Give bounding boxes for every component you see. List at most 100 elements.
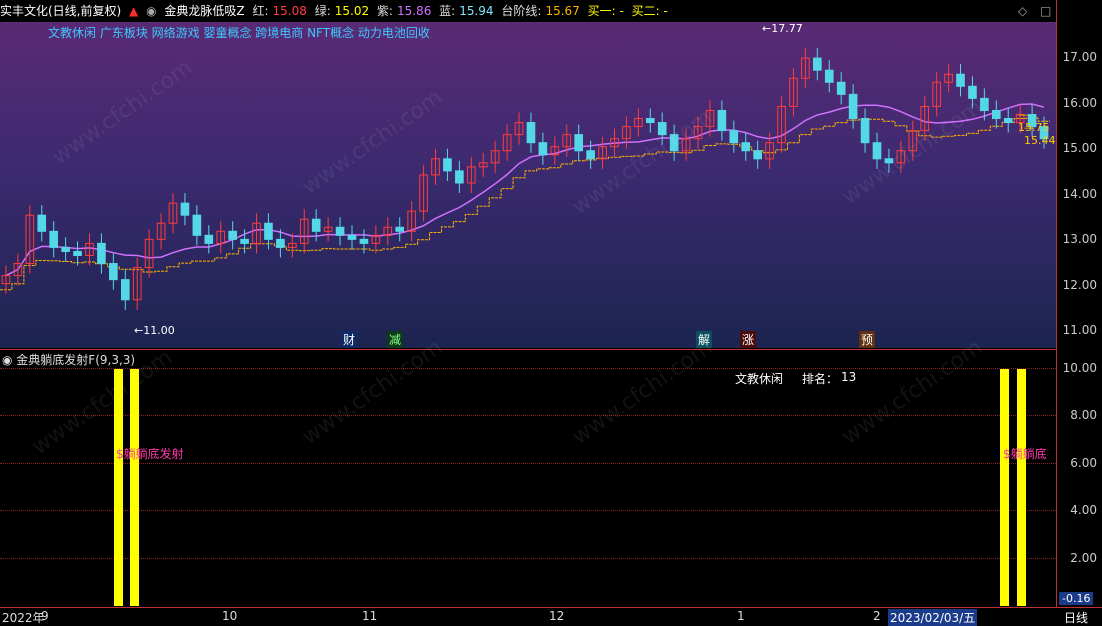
sub-title-text: 金典躺底发射F(9,3,3) [16, 353, 136, 367]
x-label: 2 [873, 609, 881, 623]
candle-body [120, 279, 130, 301]
candle-body [49, 230, 59, 248]
axis-tick: 16.00 [1062, 96, 1097, 110]
x-label: 9 [41, 609, 49, 623]
signal-label-left: $躺躺底发射 [116, 447, 184, 461]
x-label: 2022年 [2, 611, 45, 625]
candle-body [73, 250, 82, 256]
date-axis: 2022年 9 10 11 12 1 2 2023/02/03/五 日线 [0, 607, 1102, 626]
sub-axis-tick: 4.00 [1070, 503, 1097, 517]
buy1-label: 买一: - [587, 4, 624, 18]
candle-body [1003, 118, 1013, 124]
candle-body [359, 238, 369, 244]
green-value: 15.02 [334, 4, 370, 18]
signal-bar [1017, 369, 1026, 606]
signal-bar [1000, 369, 1009, 606]
candle-body [848, 93, 858, 120]
high-price-mark: ←17.77 [762, 22, 803, 35]
low-price-mark: ←11.00 [134, 324, 175, 337]
candle-body [538, 142, 548, 156]
badge-cai[interactable]: 财 [341, 331, 358, 348]
sub-indicator-title[interactable]: ◉ 金典躺底发射F(9,3,3) [2, 351, 135, 368]
sub-axis-tick: 8.00 [1070, 408, 1097, 422]
indicator-name[interactable]: 金典龙脉低吸Z [164, 4, 244, 18]
candle-body [753, 150, 762, 160]
last-price-2-value: 15.44 [1024, 134, 1056, 147]
axis-tick: 15.00 [1062, 141, 1097, 155]
high-price-value: 17.77 [771, 22, 803, 35]
candle-body [586, 150, 595, 160]
candle-body [180, 202, 190, 216]
period-label[interactable]: 日线 [1064, 609, 1088, 626]
candle-body [824, 69, 834, 83]
gridline [0, 510, 1056, 511]
last-price-2: —15.44 [1024, 121, 1056, 147]
up-arrow-icon: ▲ [129, 4, 139, 18]
rank-label: 排名： [802, 372, 839, 386]
sub-axis-tick: 6.00 [1070, 456, 1097, 470]
signal-bar [130, 369, 139, 606]
x-label: 12 [549, 609, 565, 623]
gridline [0, 463, 1056, 464]
badge-zhang[interactable]: 涨 [740, 331, 757, 348]
candle-body [443, 158, 452, 172]
low-price-value: 11.00 [143, 324, 175, 337]
axis-tick: 14.00 [1062, 187, 1097, 201]
sub-bottom-value: -0.16 [1059, 592, 1094, 605]
candle-body [276, 238, 285, 248]
indicator-header-bar: 实丰文化(日线,前复权) ▲ ◉ 金典龙脉低吸Z 红: 15.08 绿: 15.02… [0, 0, 1056, 22]
purple-value: 15.86 [396, 4, 432, 18]
x-label: 1 [737, 609, 745, 623]
sub-axis-tick: 10.00 [1062, 361, 1097, 375]
x-label: 11 [362, 609, 378, 623]
badge-jian[interactable]: 减 [387, 331, 404, 348]
right-price-axis: 17.00 16.00 15.00 14.00 13.00 12.00 11.0… [1056, 0, 1102, 607]
axis-tick: 13.00 [1062, 232, 1097, 246]
candle-body [813, 57, 822, 71]
candle-body [109, 263, 118, 281]
axis-tick: 12.00 [1062, 278, 1097, 292]
gridline [0, 558, 1056, 559]
candle-body [264, 222, 273, 240]
diamond-icon[interactable]: ◇ [1018, 4, 1027, 18]
candle-body [97, 242, 106, 265]
candle-body [347, 234, 357, 240]
candle-body [240, 238, 249, 244]
candle-body [395, 226, 405, 232]
candle-body [729, 130, 739, 144]
candle-body [574, 134, 584, 152]
moving-average-line [5, 103, 1045, 277]
candle-body [717, 109, 727, 132]
candle-body [204, 234, 214, 244]
candle-body [335, 226, 345, 236]
dropdown-icon[interactable]: ◉ [146, 4, 156, 18]
candle-body [311, 218, 321, 232]
red-label: 红: [252, 4, 269, 18]
red-value: 15.08 [272, 4, 307, 18]
axis-tick: 11.00 [1062, 323, 1097, 337]
purple-label: 紫: [376, 4, 393, 18]
candle-body [526, 122, 536, 144]
sub-axis-tick: 2.00 [1070, 551, 1097, 565]
buy2-label: 买二: - [631, 4, 668, 18]
candle-body [860, 118, 870, 144]
candle-body [645, 118, 655, 124]
badge-yu[interactable]: 预 [859, 331, 876, 348]
axis-tick: 17.00 [1062, 50, 1097, 64]
candle-body [836, 81, 846, 95]
signal-label-right: $躺躺底 [1003, 447, 1047, 461]
candle-body [741, 142, 751, 152]
candle-body [991, 109, 1001, 120]
candle-body [192, 214, 202, 236]
sector-name: 文教休闲 [735, 372, 784, 386]
expand-icon[interactable]: □ [1040, 4, 1051, 18]
stock-title[interactable]: 实丰文化(日线,前复权) [0, 4, 121, 18]
stage-label: 台阶线: [501, 4, 542, 18]
green-label: 绿: [314, 4, 331, 18]
candle-body [61, 246, 70, 252]
candle-body [228, 230, 237, 240]
candle-body [872, 142, 882, 160]
rank-value: 13 [841, 370, 857, 384]
x-label: 10 [222, 609, 238, 623]
stage-value: 15.67 [545, 4, 580, 18]
